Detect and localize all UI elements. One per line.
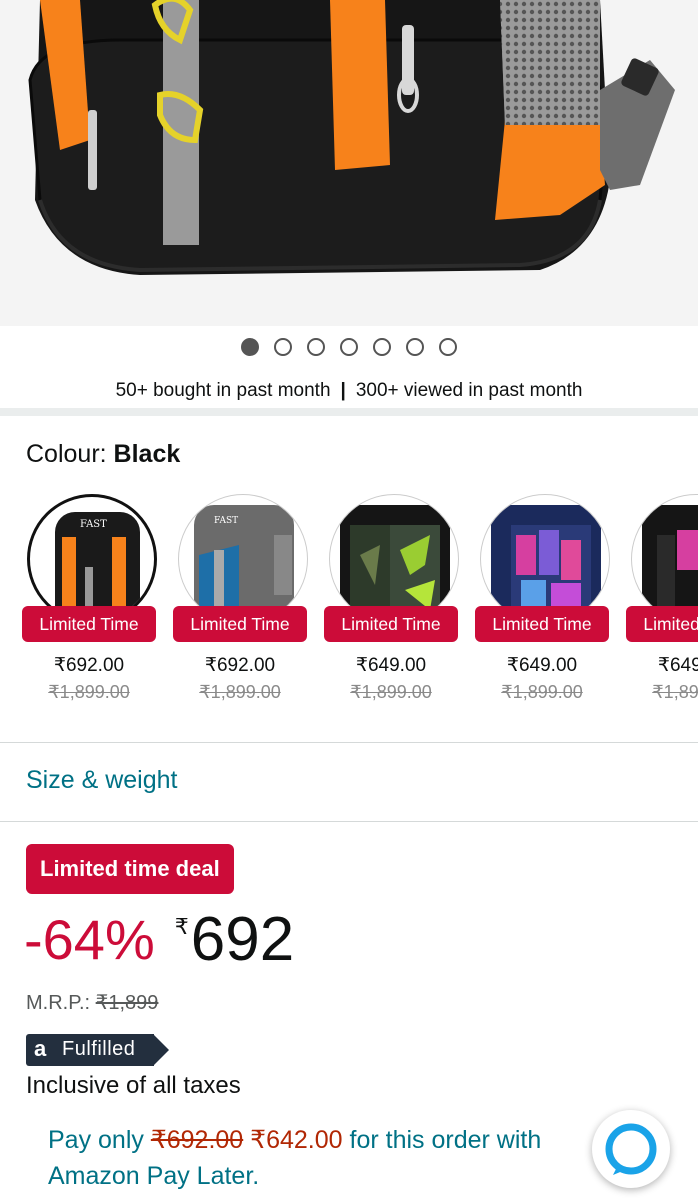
- backpack-thumbnail-icon: [642, 505, 698, 623]
- mrp-label: M.R.P.:: [26, 992, 91, 1014]
- variant-price: ₹649.00: [657, 655, 698, 676]
- fulfilled-label: Fulfilled: [62, 1038, 136, 1060]
- bought-count: 50+ bought in past month: [115, 380, 331, 401]
- variant-mrp: ₹1,899.00: [350, 682, 432, 702]
- social-proof: 50+ bought in past month | 300+ viewed in …: [0, 380, 698, 402]
- variant-image[interactable]: [480, 494, 610, 624]
- pay-later-prefix: Pay only: [48, 1126, 144, 1154]
- backpack-thumbnail-icon: [491, 505, 601, 623]
- section-divider: [0, 742, 698, 743]
- variant-swatch[interactable]: Limited Time ₹649.00 ₹1,899.00: [324, 494, 464, 714]
- colour-variant-list[interactable]: FAST Limited Time ₹692.00 ₹1,899.00 FAST…: [0, 494, 698, 714]
- limited-time-badge: Limited Time: [173, 606, 307, 642]
- viewed-count: 300+ viewed in past month: [355, 380, 583, 401]
- variant-swatch[interactable]: Limited Time ₹649.00 ₹1,899.00: [626, 494, 698, 714]
- limited-time-badge: Limited Time: [324, 606, 458, 642]
- variant-image[interactable]: FAST: [178, 494, 308, 624]
- section-divider: [0, 408, 698, 416]
- limited-time-badge: Limited Time: [626, 606, 698, 642]
- social-separator: |: [340, 380, 346, 401]
- svg-text:FAST: FAST: [80, 519, 107, 530]
- amazon-fulfilled-badge: a Fulfilled: [26, 1034, 170, 1066]
- backpack-illustration: [0, 0, 698, 326]
- price-block: -64% ₹ 692: [24, 905, 294, 975]
- currency-symbol: ₹: [174, 914, 189, 939]
- limited-time-badge: Limited Time: [22, 606, 156, 642]
- variant-image[interactable]: [631, 494, 698, 624]
- svg-text:FAST: FAST: [214, 516, 238, 526]
- carousel-dot[interactable]: [406, 338, 424, 356]
- variant-price: ₹649.00: [506, 655, 578, 676]
- variant-price: ₹692.00: [204, 655, 276, 676]
- current-price: 692: [190, 905, 295, 974]
- limited-time-deal-badge: Limited time deal: [26, 844, 234, 894]
- colour-label: Colour:: [26, 440, 107, 468]
- carousel-dot[interactable]: [241, 338, 259, 356]
- colour-selector-label: Colour: Black: [26, 440, 180, 469]
- pay-later-new-price: ₹642.00: [250, 1126, 343, 1154]
- variant-swatch[interactable]: FAST Limited Time ₹692.00 ₹1,899.00: [22, 494, 162, 714]
- backpack-thumbnail-icon: FAST: [194, 505, 294, 623]
- carousel-indicator[interactable]: [0, 338, 698, 360]
- pay-later-old-price: ₹692.00: [150, 1126, 244, 1154]
- carousel-dot[interactable]: [274, 338, 292, 356]
- limited-time-badge: Limited Time: [475, 606, 609, 642]
- variant-mrp: ₹1,899.00: [501, 682, 583, 702]
- variant-price: ₹692.00: [53, 655, 125, 676]
- variant-price: ₹649.00: [355, 655, 427, 676]
- mrp-value: ₹1,899: [95, 992, 159, 1014]
- alexa-icon: [605, 1123, 657, 1175]
- mrp-line: M.R.P.: ₹1,899: [26, 990, 158, 1015]
- alexa-button[interactable]: [592, 1110, 670, 1188]
- variant-swatch[interactable]: Limited Time ₹649.00 ₹1,899.00: [475, 494, 615, 714]
- variant-image[interactable]: FAST: [27, 494, 157, 624]
- variant-mrp: ₹1,899.00: [652, 682, 698, 702]
- variant-mrp: ₹1,899.00: [199, 682, 281, 702]
- variant-mrp: ₹1,899.00: [48, 682, 130, 702]
- product-image[interactable]: [0, 0, 698, 326]
- carousel-dot[interactable]: [340, 338, 358, 356]
- size-weight-link[interactable]: Size & weight: [26, 766, 177, 795]
- colour-selected-value: Black: [113, 440, 181, 468]
- amazon-logo-icon: a: [34, 1036, 47, 1061]
- backpack-thumbnail-icon: [340, 505, 450, 623]
- carousel-dot[interactable]: [439, 338, 457, 356]
- pay-later-offer[interactable]: Pay only ₹692.00 ₹642.00 for this order …: [48, 1122, 608, 1194]
- tax-info: Inclusive of all taxes: [26, 1072, 241, 1099]
- carousel-dot[interactable]: [307, 338, 325, 356]
- variant-image[interactable]: [329, 494, 459, 624]
- variant-swatch[interactable]: FAST Limited Time ₹692.00 ₹1,899.00: [173, 494, 313, 714]
- discount-percent: -64%: [24, 908, 155, 971]
- section-divider: [0, 821, 698, 822]
- carousel-dot[interactable]: [373, 338, 391, 356]
- backpack-thumbnail-icon: FAST: [55, 512, 140, 621]
